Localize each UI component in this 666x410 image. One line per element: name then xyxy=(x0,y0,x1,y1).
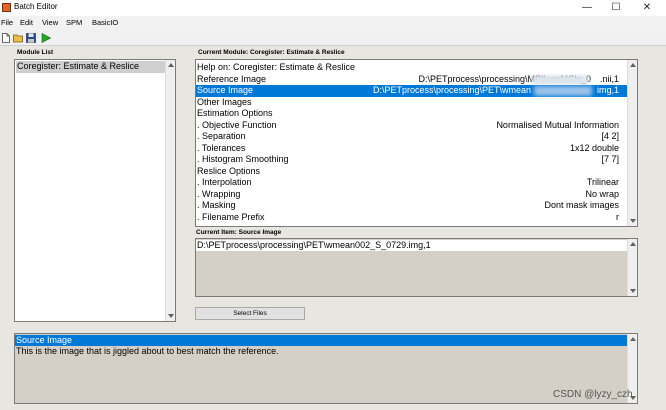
module-row-objective-function[interactable]: . Objective Function Normalised Mutual I… xyxy=(196,120,627,132)
window-title: Batch Editor xyxy=(14,2,58,11)
new-file-icon[interactable] xyxy=(1,33,11,43)
module-row-wrapping[interactable]: . Wrapping No wrap xyxy=(196,189,627,201)
menu-view[interactable]: View xyxy=(42,18,58,27)
module-row-tolerances[interactable]: . Tolerances 1x12 double xyxy=(196,143,627,155)
module-list[interactable]: Coregister: Estimate & Reslice xyxy=(14,59,176,322)
current-item-panel[interactable]: D:\PETprocess\processing\PET\wmean002_S_… xyxy=(195,238,638,297)
row-value: No wrap xyxy=(585,188,619,199)
menu-spm[interactable]: SPM xyxy=(66,18,82,27)
scroll-down-arrow-icon[interactable] xyxy=(630,289,636,293)
row-value: D:\PETprocess\processing\PET\wmean xyxy=(372,85,531,95)
row-label: . Filename Prefix xyxy=(197,211,265,222)
row-label: Help on: Coregister: Estimate & Reslice xyxy=(197,62,356,72)
current-module-label: Current Module: Coregister: Estimate & R… xyxy=(198,49,345,56)
help-text: This is the image that is jiggled about … xyxy=(16,346,279,356)
row-value-suffix: .nii,1 xyxy=(599,73,619,84)
current-item-label: Current Item: Source Image xyxy=(196,229,282,236)
open-folder-icon[interactable] xyxy=(13,33,23,43)
redaction-blur xyxy=(532,74,588,85)
row-value: Dont mask images xyxy=(544,200,619,210)
watermark-text: CSDN @lyzy_czh xyxy=(553,389,633,400)
module-row-reference-image[interactable]: Reference Image D:\PETprocess\processing… xyxy=(196,74,627,86)
row-label: Other Images xyxy=(197,96,252,107)
scroll-up-arrow-icon[interactable] xyxy=(630,337,636,341)
help-title: Source Image xyxy=(16,335,73,345)
row-label: Reference Image xyxy=(197,73,267,84)
menu-basicio[interactable]: BasicIO xyxy=(92,18,118,27)
row-value: Trilinear xyxy=(586,177,619,187)
module-list-item-label: Coregister: Estimate & Reslice xyxy=(17,61,140,71)
maximize-button[interactable]: ☐ xyxy=(603,0,629,16)
module-row-source-image[interactable]: Source Image D:\PETprocess\processing\PE… xyxy=(196,85,627,97)
row-label: . Objective Function xyxy=(197,119,277,130)
module-row-separation[interactable]: . Separation [4 2] xyxy=(196,131,627,143)
row-label: . Separation xyxy=(197,131,246,141)
run-batch-icon[interactable] xyxy=(41,33,51,43)
menu-bar: File Edit View SPM BasicIO xyxy=(0,16,666,30)
module-row-estimation-options[interactable]: Estimation Options xyxy=(196,108,627,120)
module-row-other-images[interactable]: Other Images xyxy=(196,97,627,109)
close-button[interactable]: ✕ xyxy=(634,0,660,16)
row-value: [4 2] xyxy=(601,131,619,141)
matlab-app-icon xyxy=(2,3,11,12)
row-value: Normalised Mutual Information xyxy=(496,119,619,130)
title-bar: Batch Editor — ☐ ✕ xyxy=(0,0,666,16)
row-value: [7 7] xyxy=(601,154,619,164)
scroll-up-arrow-icon[interactable] xyxy=(168,63,174,67)
module-row-masking[interactable]: . Masking Dont mask images xyxy=(196,200,627,212)
module-row-help[interactable]: Help on: Coregister: Estimate & Reslice xyxy=(196,62,627,74)
current-item-value: D:\PETprocess\processing\PET\wmean002_S_… xyxy=(197,240,431,250)
module-list-label: Module List xyxy=(17,49,54,56)
scroll-up-arrow-icon[interactable] xyxy=(630,63,636,67)
current-item-value-row[interactable]: D:\PETprocess\processing\PET\wmean002_S_… xyxy=(196,240,627,251)
select-files-button[interactable]: Select Files xyxy=(195,307,305,320)
module-list-scrollbar[interactable] xyxy=(165,60,175,321)
scroll-up-arrow-icon[interactable] xyxy=(630,242,636,246)
row-value: 1x12 double xyxy=(569,142,619,153)
row-label: Source Image xyxy=(197,85,254,95)
row-label: Estimation Options xyxy=(197,108,273,118)
help-panel: Source Image This is the image that is j… xyxy=(14,333,638,404)
row-value: r xyxy=(616,211,619,222)
module-row-reslice-options[interactable]: Reslice Options xyxy=(196,166,627,178)
row-label: . Histogram Smoothing xyxy=(197,154,289,164)
row-label: . Wrapping xyxy=(197,188,241,199)
minimize-button[interactable]: — xyxy=(574,0,600,16)
menu-file[interactable]: File xyxy=(1,18,13,27)
scroll-down-arrow-icon[interactable] xyxy=(168,314,174,318)
module-list-item[interactable]: Coregister: Estimate & Reslice xyxy=(16,61,166,73)
row-label: . Tolerances xyxy=(197,142,246,153)
scroll-down-arrow-icon[interactable] xyxy=(630,219,636,223)
help-text-row: This is the image that is jiggled about … xyxy=(15,346,627,357)
module-row-interpolation[interactable]: . Interpolation Trilinear xyxy=(196,177,627,189)
current-item-scrollbar[interactable] xyxy=(627,239,637,296)
save-icon[interactable] xyxy=(26,33,36,43)
help-title-row: Source Image xyxy=(15,335,627,346)
menu-edit[interactable]: Edit xyxy=(20,18,33,27)
row-label: Reslice Options xyxy=(197,165,261,176)
redaction-blur xyxy=(534,86,592,96)
row-value-suffix: img,1 xyxy=(596,85,619,95)
row-label: . Masking xyxy=(197,200,236,210)
toolbar xyxy=(0,30,666,46)
module-row-filename-prefix[interactable]: . Filename Prefix r xyxy=(196,212,627,224)
current-module-list[interactable]: Help on: Coregister: Estimate & Reslice … xyxy=(195,59,638,227)
row-label: . Interpolation xyxy=(197,177,252,187)
current-module-scrollbar[interactable] xyxy=(627,60,637,226)
module-row-histogram-smoothing[interactable]: . Histogram Smoothing [7 7] xyxy=(196,154,627,166)
